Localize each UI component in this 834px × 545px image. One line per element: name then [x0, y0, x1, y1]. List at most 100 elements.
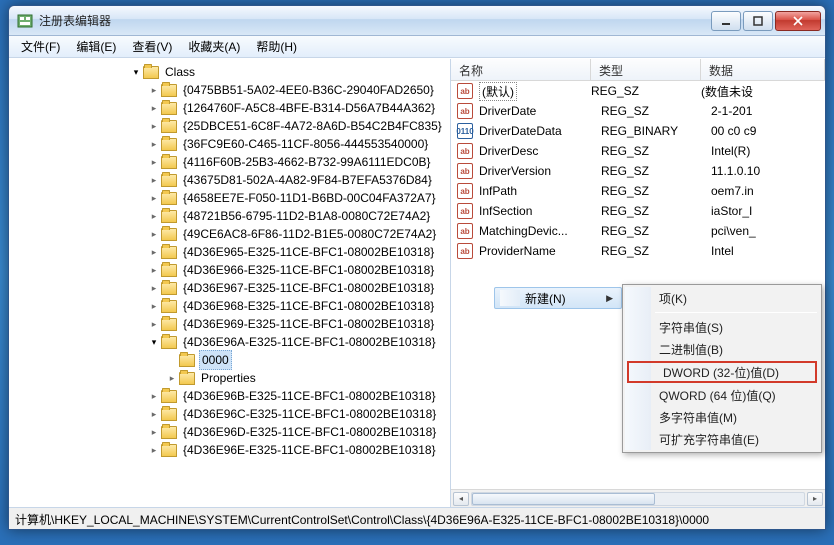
tree-item[interactable]: ▸ {4658EE7E-F050-11D1-B6BD-00C04FA372A7}	[19, 189, 450, 207]
column-type[interactable]: 类型	[591, 59, 701, 80]
tree-item[interactable]: ▸ {36FC9E60-C465-11CF-8056-444553540000}	[19, 135, 450, 153]
binary-value-icon: 0110	[457, 123, 473, 139]
string-value-icon: ab	[457, 243, 473, 259]
tree-item[interactable]: ▸ {4D36E96B-E325-11CE-BFC1-08002BE10318}	[19, 387, 450, 405]
expand-icon[interactable]: ▸	[147, 425, 161, 439]
tree-item[interactable]: ▾{4D36E96A-E325-11CE-BFC1-08002BE10318}	[19, 333, 450, 351]
scroll-left-icon[interactable]: ◂	[453, 492, 469, 506]
value-row[interactable]: abProviderNameREG_SZIntel	[451, 241, 825, 261]
expand-icon[interactable]: ▸	[147, 317, 161, 331]
value-data: 2-1-201	[711, 104, 825, 118]
expand-icon[interactable]: ▸	[147, 227, 161, 241]
minimize-button[interactable]	[711, 11, 741, 31]
menu-view[interactable]: 查看(V)	[124, 36, 180, 57]
tree-item[interactable]: ▸{0475BB51-5A02-4EE0-B36C-29040FAD2650}	[19, 81, 450, 99]
column-data[interactable]: 数据	[701, 59, 825, 80]
expand-icon[interactable]: ▸	[147, 299, 161, 313]
menu-new-string[interactable]: 字符串值(S)	[625, 316, 819, 338]
tree-label: {4D36E965-E325-11CE-BFC1-08002BE10318}	[181, 243, 436, 261]
value-row[interactable]: abInfPathREG_SZoem7.in	[451, 181, 825, 201]
tree-item[interactable]: ▸{4D36E96D-E325-11CE-BFC1-08002BE10318}	[19, 423, 450, 441]
tree-root[interactable]: ▾ Class	[19, 63, 450, 81]
scroll-track[interactable]	[471, 492, 805, 506]
value-type: REG_SZ	[601, 204, 711, 218]
value-data: iaStor_I	[711, 204, 825, 218]
menu-new-expandstring[interactable]: 可扩充字符串值(E)	[625, 428, 819, 450]
tree-label: {4658EE7E-F050-11D1-B6BD-00C04FA372A7}	[181, 189, 438, 207]
menu-new-key[interactable]: 项(K)	[625, 287, 819, 309]
expand-icon[interactable]: ▸	[147, 137, 161, 151]
value-data: pci\ven_	[711, 224, 825, 238]
string-value-icon: ab	[457, 103, 473, 119]
menu-new-dword[interactable]: DWORD (32-位)值(D)	[627, 361, 817, 383]
expand-icon[interactable]: ▸	[147, 83, 161, 97]
folder-icon	[161, 102, 177, 115]
value-row[interactable]: abDriverDateREG_SZ2-1-201	[451, 101, 825, 121]
collapse-icon[interactable]: ▾	[129, 65, 143, 79]
menu-new-binary[interactable]: 二进制值(B)	[625, 338, 819, 360]
tree-item[interactable]: ▸{1264760F-A5C8-4BFE-B314-D56A7B44A362}	[19, 99, 450, 117]
tree-item[interactable]: ▸Properties	[19, 369, 450, 387]
expand-icon[interactable]: ▸	[147, 209, 161, 223]
value-name: (默认)	[479, 82, 517, 101]
expand-icon[interactable]: ▸	[147, 407, 161, 421]
folder-icon	[179, 372, 195, 385]
tree-item[interactable]: ▸{4D36E967-E325-11CE-BFC1-08002BE10318}	[19, 279, 450, 297]
tree-item[interactable]: ▸{49CE6AC8-6F86-11D2-B1E5-0080C72E74A2}	[19, 225, 450, 243]
tree-item[interactable]: ▸{4D36E969-E325-11CE-BFC1-08002BE10318}	[19, 315, 450, 333]
expand-icon[interactable]: ▸	[147, 155, 161, 169]
tree-item[interactable]: 0000	[19, 351, 450, 369]
value-data: Intel	[711, 244, 825, 258]
tree-item[interactable]: ▸{4D36E968-E325-11CE-BFC1-08002BE10318}	[19, 297, 450, 315]
string-value-icon: ab	[457, 223, 473, 239]
expand-icon[interactable]: ▸	[147, 101, 161, 115]
tree-item[interactable]: ▸{4116F60B-25B3-4662-B732-99A6111EDC0B}	[19, 153, 450, 171]
scroll-right-icon[interactable]: ▸	[807, 492, 823, 506]
tree-pane[interactable]: ▾ Class ▸{0475BB51-5A02-4EE0-B36C-29040F…	[9, 59, 451, 507]
value-row[interactable]: abDriverDescREG_SZIntel(R)	[451, 141, 825, 161]
expand-icon[interactable]: ▸	[147, 245, 161, 259]
expand-icon[interactable]: ▸	[147, 119, 161, 133]
menu-favorites[interactable]: 收藏夹(A)	[180, 36, 248, 57]
expand-icon[interactable]: ▸	[147, 263, 161, 277]
value-row[interactable]: ab(默认)REG_SZ(数值未设	[451, 81, 825, 101]
tree-item[interactable]: ▸ {4D36E965-E325-11CE-BFC1-08002BE10318}	[19, 243, 450, 261]
expand-icon[interactable]: ▸	[147, 389, 161, 403]
tree-item[interactable]: ▸ {48721B56-6795-11D2-B1A8-0080C72E74A2}	[19, 207, 450, 225]
window-buttons	[711, 11, 821, 31]
tree-label: {4D36E96B-E325-11CE-BFC1-08002BE10318}	[181, 387, 438, 405]
expand-icon[interactable]: ▸	[147, 281, 161, 295]
expand-icon[interactable]: ▸	[147, 191, 161, 205]
collapse-icon[interactable]: ▾	[147, 335, 161, 349]
column-name[interactable]: 名称	[451, 59, 591, 80]
expand-icon[interactable]: ▸	[147, 443, 161, 457]
horizontal-scrollbar[interactable]: ◂ ▸	[451, 489, 825, 507]
tree-item[interactable]: ▸{25DBCE51-6C8F-4A72-8A6D-B54C2B4FC835}	[19, 117, 450, 135]
titlebar[interactable]: 注册表编辑器	[9, 6, 825, 36]
menu-edit[interactable]: 编辑(E)	[68, 36, 124, 57]
menu-file[interactable]: 文件(F)	[13, 36, 68, 57]
tree-label: {48721B56-6795-11D2-B1A8-0080C72E74A2}	[181, 207, 432, 225]
context-new-item[interactable]: 新建(N) ▶	[494, 287, 622, 309]
tree-item[interactable]: ▸{4D36E96E-E325-11CE-BFC1-08002BE10318}	[19, 441, 450, 459]
folder-icon	[161, 336, 177, 349]
tree-item[interactable]: ▸{4D36E966-E325-11CE-BFC1-08002BE10318}	[19, 261, 450, 279]
value-row[interactable]: abMatchingDevic...REG_SZpci\ven_	[451, 221, 825, 241]
menu-new-qword[interactable]: QWORD (64 位)值(Q)	[625, 384, 819, 406]
tree-item[interactable]: ▸{43675D81-502A-4A82-9F84-B7EFA5376D84}	[19, 171, 450, 189]
menu-new-multistring[interactable]: 多字符串值(M)	[625, 406, 819, 428]
value-row[interactable]: abDriverVersionREG_SZ11.1.0.10	[451, 161, 825, 181]
value-row[interactable]: abInfSectionREG_SZiaStor_I	[451, 201, 825, 221]
expand-icon[interactable]: ▸	[147, 173, 161, 187]
folder-icon	[161, 156, 177, 169]
tree-item[interactable]: ▸ {4D36E96C-E325-11CE-BFC1-08002BE10318}	[19, 405, 450, 423]
expand-icon[interactable]: ▸	[165, 371, 179, 385]
expand-icon[interactable]	[165, 353, 179, 367]
close-button[interactable]	[775, 11, 821, 31]
tree-label: {4D36E96C-E325-11CE-BFC1-08002BE10318}	[181, 405, 438, 423]
maximize-button[interactable]	[743, 11, 773, 31]
value-name: DriverVersion	[479, 164, 601, 178]
menu-help[interactable]: 帮助(H)	[248, 36, 305, 57]
value-row[interactable]: 0110DriverDateDataREG_BINARY00 c0 c9	[451, 121, 825, 141]
tree-label: {36FC9E60-C465-11CF-8056-444553540000}	[181, 135, 430, 153]
